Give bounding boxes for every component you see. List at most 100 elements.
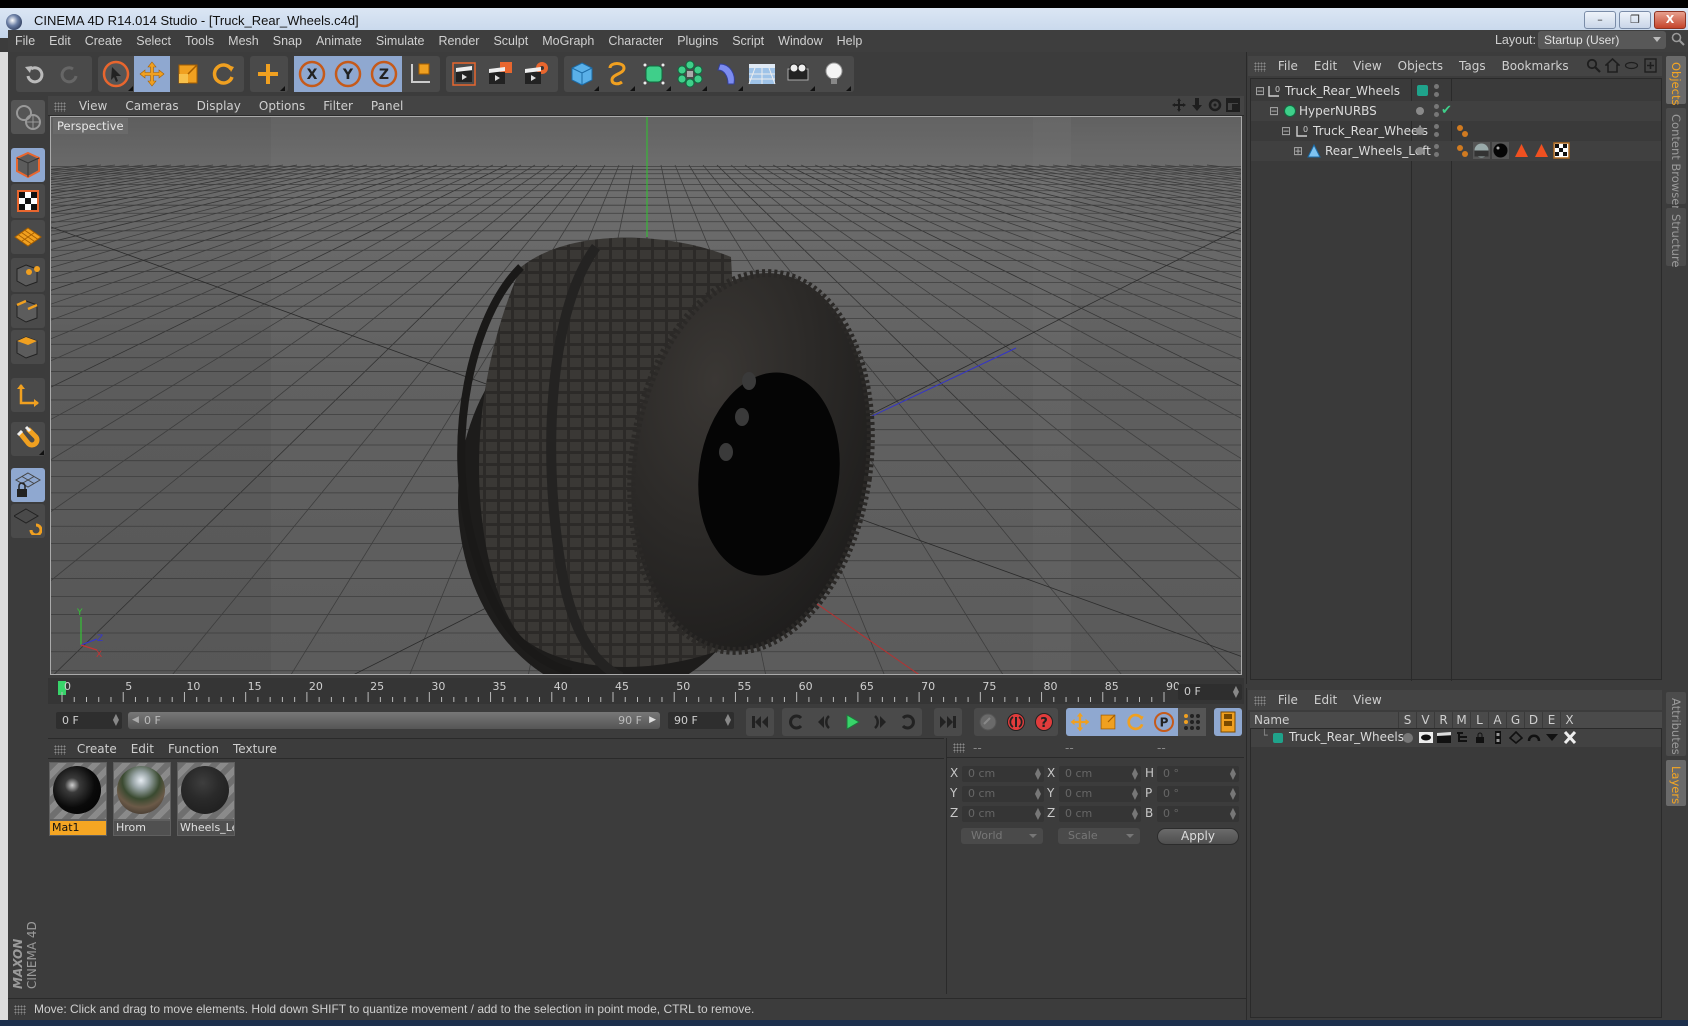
workplane-button[interactable]	[11, 100, 45, 134]
slider-left-arrow-icon[interactable]: ◀	[132, 712, 139, 729]
objects-menu-view[interactable]: View	[1345, 56, 1389, 76]
render-picture-viewer-button[interactable]	[482, 56, 518, 92]
tab-objects[interactable]: Objects	[1666, 56, 1686, 105]
render-settings-button[interactable]	[518, 56, 554, 92]
floor-object-button[interactable]	[744, 56, 780, 92]
objects-menu-bookmarks[interactable]: Bookmarks	[1494, 56, 1577, 76]
rotation-key-button[interactable]	[1122, 708, 1150, 736]
selection-tag-icon[interactable]	[1513, 142, 1530, 159]
editor-visibility-dot[interactable]	[1434, 144, 1439, 149]
panel-grip[interactable]	[1254, 61, 1266, 72]
3d-viewport[interactable]: Y Z X Perspective	[50, 116, 1242, 675]
render-clapper-icon[interactable]	[1437, 732, 1451, 743]
close-button[interactable]: X	[1654, 11, 1686, 29]
column-name[interactable]: Name	[1254, 712, 1289, 728]
material-menu-function[interactable]: Function	[161, 739, 226, 759]
editor-visibility-dot[interactable]	[1434, 104, 1439, 109]
menu-render[interactable]: Render	[431, 30, 486, 52]
menu-help[interactable]: Help	[830, 30, 870, 52]
size-mode-select[interactable]: Scale	[1058, 828, 1140, 844]
editor-visibility-dot[interactable]	[1434, 124, 1439, 129]
search-icon[interactable]	[1671, 32, 1685, 46]
enabled-checkmark-icon[interactable]: ✔	[1441, 101, 1452, 121]
minimize-button[interactable]: –	[1584, 11, 1616, 29]
spin-arrows-icon[interactable]: ▲ ▼	[1233, 685, 1239, 699]
viewport-menu-options[interactable]: Options	[250, 96, 314, 116]
rotate-tool-button[interactable]	[206, 56, 242, 92]
menu-mesh[interactable]: Mesh	[221, 30, 266, 52]
collapse-icon[interactable]: ⊟	[1255, 81, 1265, 101]
eye-icon[interactable]	[1624, 58, 1639, 73]
material-swatch-hrom[interactable]: Hrom	[113, 762, 171, 836]
column-expressions[interactable]: E	[1542, 712, 1560, 728]
rot-p-field[interactable]: 0 ° ▲ ▼	[1157, 786, 1239, 802]
model-mode-button[interactable]	[11, 148, 45, 182]
layers-menu-file[interactable]: File	[1270, 690, 1306, 710]
panel-grip[interactable]	[1254, 695, 1266, 706]
y-axis-lock-button[interactable]: Y	[330, 56, 366, 92]
column-locked[interactable]: L	[1470, 712, 1488, 728]
column-xref[interactable]: X	[1560, 712, 1578, 728]
expand-icon[interactable]: ⊞	[1293, 141, 1303, 161]
scale-tool-button[interactable]	[170, 56, 206, 92]
move-tool-button[interactable]	[134, 56, 170, 92]
viewport-menu-display[interactable]: Display	[188, 96, 250, 116]
menu-mograph[interactable]: MoGraph	[535, 30, 601, 52]
timeline-window-button[interactable]	[1214, 708, 1242, 736]
rot-h-field[interactable]: 0 ° ▲ ▼	[1157, 766, 1239, 782]
layer-color-swatch[interactable]	[1273, 733, 1283, 743]
viewport-menu-cameras[interactable]: Cameras	[116, 96, 187, 116]
menu-create[interactable]: Create	[78, 30, 130, 52]
scale-key-button[interactable]	[1094, 708, 1122, 736]
layer-color-swatch[interactable]	[1417, 85, 1428, 96]
pos-y-field[interactable]: 0 cm ▲ ▼	[962, 786, 1044, 802]
panel-grip[interactable]	[14, 1005, 26, 1015]
pos-x-field[interactable]: 0 cm ▲ ▼	[962, 766, 1044, 782]
size-z-field[interactable]: 0 cm ▲ ▼	[1059, 806, 1141, 822]
render-visibility-dot[interactable]	[1434, 132, 1439, 137]
undo-button[interactable]	[16, 56, 52, 92]
camera-object-button[interactable]	[780, 56, 816, 92]
array-object-button[interactable]	[672, 56, 708, 92]
layers-menu-view[interactable]: View	[1345, 690, 1389, 710]
menu-snap[interactable]: Snap	[266, 30, 309, 52]
rot-b-field[interactable]: 0 ° ▲ ▼	[1157, 806, 1239, 822]
generator-icon[interactable]	[1509, 731, 1523, 744]
tab-layers[interactable]: Layers	[1666, 760, 1686, 806]
column-solo[interactable]: S	[1398, 712, 1416, 728]
search-icon[interactable]	[1586, 58, 1601, 73]
layer-dot[interactable]	[1416, 107, 1424, 115]
coordinate-space-select[interactable]: World	[961, 828, 1043, 844]
autokeying-button[interactable]	[1002, 708, 1030, 736]
phong-tag-icon[interactable]	[1455, 143, 1472, 160]
selection-tag-icon[interactable]	[1533, 142, 1550, 159]
rotate-view-icon[interactable]	[1208, 98, 1222, 112]
x-axis-lock-button[interactable]: X	[294, 56, 330, 92]
menu-file[interactable]: File	[8, 30, 42, 52]
object-row[interactable]: ⊟ 0 Truck_Rear_Wheels	[1251, 81, 1661, 101]
menu-sculpt[interactable]: Sculpt	[486, 30, 535, 52]
column-generators[interactable]: G	[1506, 712, 1524, 728]
expression-icon[interactable]	[1545, 732, 1559, 743]
camera-label[interactable]: Perspective	[53, 118, 128, 134]
pos-z-field[interactable]: 0 cm ▲ ▼	[962, 806, 1044, 822]
pan-view-icon[interactable]	[1172, 98, 1186, 112]
menu-character[interactable]: Character	[601, 30, 670, 52]
cube-object-button[interactable]	[564, 56, 600, 92]
render-visibility-dot[interactable]	[1434, 112, 1439, 117]
position-key-button[interactable]	[1066, 708, 1094, 736]
coordinate-system-button[interactable]	[402, 56, 438, 92]
spline-object-button[interactable]	[600, 56, 636, 92]
previous-key-button[interactable]	[782, 708, 810, 736]
next-frame-button[interactable]	[866, 708, 894, 736]
layer-dot[interactable]	[1416, 147, 1424, 155]
layout-select[interactable]: Startup (User)	[1538, 31, 1666, 49]
panel-grip[interactable]	[953, 743, 965, 753]
collapse-icon[interactable]: ⊟	[1269, 101, 1279, 121]
collapse-icon[interactable]: ⊟	[1281, 121, 1291, 141]
apply-button[interactable]: Apply	[1157, 828, 1239, 845]
new-window-icon[interactable]	[1643, 58, 1658, 73]
phong-tag-icon[interactable]	[1455, 123, 1472, 140]
viewport-menu-view[interactable]: View	[70, 96, 116, 116]
parameter-key-button[interactable]: P	[1150, 708, 1178, 736]
